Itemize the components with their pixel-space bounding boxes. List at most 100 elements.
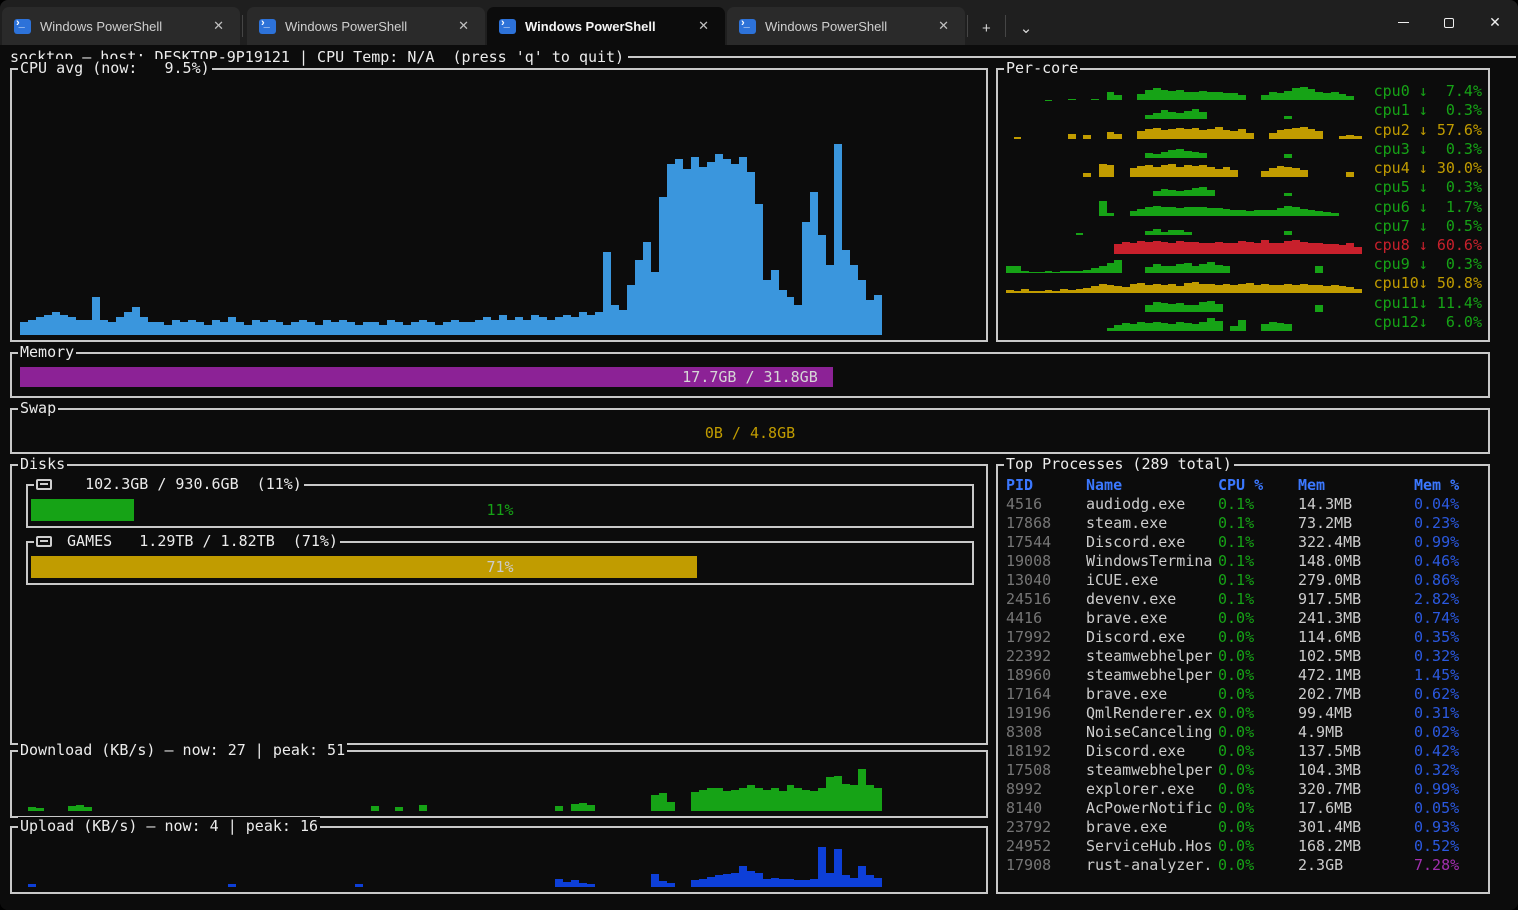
process-cell: 320.7MB — [1298, 780, 1414, 799]
core-label: cpu2 ↓ 57.6% — [1368, 121, 1482, 140]
process-cell: 102.5MB — [1298, 647, 1414, 666]
core-label: cpu10↓ 50.8% — [1368, 274, 1482, 293]
column-header[interactable]: Name — [1086, 476, 1218, 495]
core-label: cpu9 ↓ 0.3% — [1368, 255, 1482, 274]
process-cell: 17908 — [1006, 856, 1086, 875]
core-label: cpu6 ↓ 1.7% — [1368, 198, 1482, 217]
process-row[interactable]: 24952ServiceHub.Hos0.0%168.2MB0.52% — [1006, 837, 1484, 856]
tab-powershell-1[interactable]: Windows PowerShell ✕ — [2, 7, 240, 45]
cpu-avg-chart — [20, 84, 978, 335]
process-cell: 0.0% — [1218, 818, 1298, 837]
disk-games-usage-text: GAMES 1.29TB / 1.82TB (71%) — [58, 532, 338, 551]
core-row: cpu4 ↓ 30.0% — [1006, 159, 1482, 178]
new-tab-button[interactable]: + — [970, 16, 1003, 45]
process-cell: 0.42% — [1414, 742, 1484, 761]
core-row: cpu12↓ 6.0% — [1006, 313, 1482, 332]
close-tab-icon[interactable]: ✕ — [207, 16, 230, 36]
process-row[interactable]: 18960steamwebhelper0.0%472.1MB1.45% — [1006, 666, 1484, 685]
process-row[interactable]: 17508steamwebhelper0.0%104.3MB0.32% — [1006, 761, 1484, 780]
process-row[interactable]: 22392steamwebhelper0.0%102.5MB0.32% — [1006, 647, 1484, 666]
process-row[interactable]: 4516audiodg.exe0.1%14.3MB0.04% — [1006, 495, 1484, 514]
column-header[interactable]: Mem — [1298, 476, 1414, 495]
process-cell: 0.04% — [1414, 495, 1484, 514]
process-cell: 114.6MB — [1298, 628, 1414, 647]
maximize-button[interactable] — [1426, 0, 1472, 45]
close-tab-icon[interactable]: ✕ — [452, 16, 475, 36]
process-row[interactable]: 17868steam.exe0.1%73.2MB0.23% — [1006, 514, 1484, 533]
process-cell: 1.45% — [1414, 666, 1484, 685]
tab-powershell-4[interactable]: Windows PowerShell ✕ — [727, 7, 965, 45]
process-row[interactable]: 18192Discord.exe0.0%137.5MB0.42% — [1006, 742, 1484, 761]
memory-panel: Memory 17.7GB / 31.8GB — [10, 352, 1490, 398]
process-row[interactable]: 13040iCUE.exe0.1%279.0MB0.86% — [1006, 571, 1484, 590]
tab-bar: Windows PowerShell ✕ Windows PowerShell … — [0, 0, 1518, 45]
upload-title: Upload (KB/s) — now: 4 | peak: 16 — [18, 817, 320, 836]
process-cell: brave.exe — [1086, 609, 1218, 628]
process-row[interactable]: 19196QmlRenderer.ex0.0%99.4MB0.31% — [1006, 704, 1484, 723]
process-row[interactable]: 17992Discord.exe0.0%114.6MB0.35% — [1006, 628, 1484, 647]
core-label: cpu11↓ 11.4% — [1368, 294, 1482, 313]
powershell-icon — [499, 19, 516, 34]
process-cell: steamwebhelper — [1086, 666, 1218, 685]
tab-dropdown-button[interactable]: ⌄ — [1008, 15, 1045, 45]
process-cell: 17544 — [1006, 533, 1086, 552]
download-panel: Download (KB/s) — now: 27 | peak: 51 — [10, 750, 988, 818]
column-header[interactable]: Mem % — [1414, 476, 1484, 495]
close-tab-icon[interactable]: ✕ — [932, 16, 955, 36]
disk-c-gauge-label: 11% — [31, 499, 969, 521]
process-row[interactable]: 17908rust-analyzer.0.0%2.3GB7.28% — [1006, 856, 1484, 875]
tab-powershell-2[interactable]: Windows PowerShell ✕ — [247, 7, 485, 45]
minimize-button[interactable] — [1380, 0, 1426, 45]
core-row: cpu7 ↓ 0.5% — [1006, 217, 1482, 236]
core-sparkline — [1006, 198, 1362, 215]
memory-title: Memory — [18, 343, 76, 362]
process-cell: WindowsTermina — [1086, 552, 1218, 571]
process-cell: 0.02% — [1414, 723, 1484, 742]
close-tab-icon[interactable]: ✕ — [692, 16, 715, 36]
process-table-body: 4516audiodg.exe0.1%14.3MB0.04%17868steam… — [1006, 495, 1484, 875]
process-cell: 241.3MB — [1298, 609, 1414, 628]
cpu-avg-panel: CPU avg (now: 9.5%) — [10, 68, 988, 342]
drive-icon — [36, 479, 52, 490]
process-cell: explorer.exe — [1086, 780, 1218, 799]
process-row[interactable]: 4416brave.exe0.0%241.3MB0.74% — [1006, 609, 1484, 628]
core-label: cpu8 ↓ 60.6% — [1368, 236, 1482, 255]
process-cell: 0.1% — [1218, 571, 1298, 590]
core-sparkline — [1006, 83, 1362, 100]
process-cell: 4516 — [1006, 495, 1086, 514]
tab-powershell-3-active[interactable]: Windows PowerShell ✕ — [487, 7, 725, 45]
process-cell: QmlRenderer.ex — [1086, 704, 1218, 723]
core-label: cpu7 ↓ 0.5% — [1368, 217, 1482, 236]
process-cell: 0.0% — [1218, 761, 1298, 780]
process-row[interactable]: 19008WindowsTermina0.1%148.0MB0.46% — [1006, 552, 1484, 571]
process-cell: 148.0MB — [1298, 552, 1414, 571]
core-sparkline — [1006, 295, 1362, 312]
process-cell: 17.6MB — [1298, 799, 1414, 818]
column-header[interactable]: PID — [1006, 476, 1086, 495]
column-header[interactable]: CPU % — [1218, 476, 1298, 495]
process-row[interactable]: 24516devenv.exe0.1%917.5MB2.82% — [1006, 590, 1484, 609]
process-row[interactable]: 23792brave.exe0.0%301.4MB0.93% — [1006, 818, 1484, 837]
process-row[interactable]: 8140AcPowerNotific0.0%17.6MB0.05% — [1006, 799, 1484, 818]
upload-chart — [20, 840, 978, 887]
process-row[interactable]: 17164brave.exe0.0%202.7MB0.62% — [1006, 685, 1484, 704]
process-cell: 279.0MB — [1298, 571, 1414, 590]
process-cell: 19196 — [1006, 704, 1086, 723]
process-row[interactable]: 8992explorer.exe0.0%320.7MB0.99% — [1006, 780, 1484, 799]
core-sparkline — [1006, 218, 1362, 235]
process-cell: 14.3MB — [1298, 495, 1414, 514]
core-label: cpu3 ↓ 0.3% — [1368, 140, 1482, 159]
process-cell: 24516 — [1006, 590, 1086, 609]
close-window-button[interactable]: ✕ — [1472, 0, 1518, 45]
memory-gauge-label: 17.7GB / 31.8GB — [20, 367, 1480, 387]
maximize-icon — [1444, 18, 1454, 28]
process-cell: 0.0% — [1218, 799, 1298, 818]
swap-gauge-label: 0B / 4.8GB — [20, 423, 1480, 443]
powershell-icon — [739, 19, 756, 34]
process-cell: 0.35% — [1414, 628, 1484, 647]
process-row[interactable]: 17544Discord.exe0.1%322.4MB0.99% — [1006, 533, 1484, 552]
process-row[interactable]: 8308NoiseCanceling0.0%4.9MB0.02% — [1006, 723, 1484, 742]
process-cell: iCUE.exe — [1086, 571, 1218, 590]
process-cell: 22392 — [1006, 647, 1086, 666]
process-cell: 2.82% — [1414, 590, 1484, 609]
